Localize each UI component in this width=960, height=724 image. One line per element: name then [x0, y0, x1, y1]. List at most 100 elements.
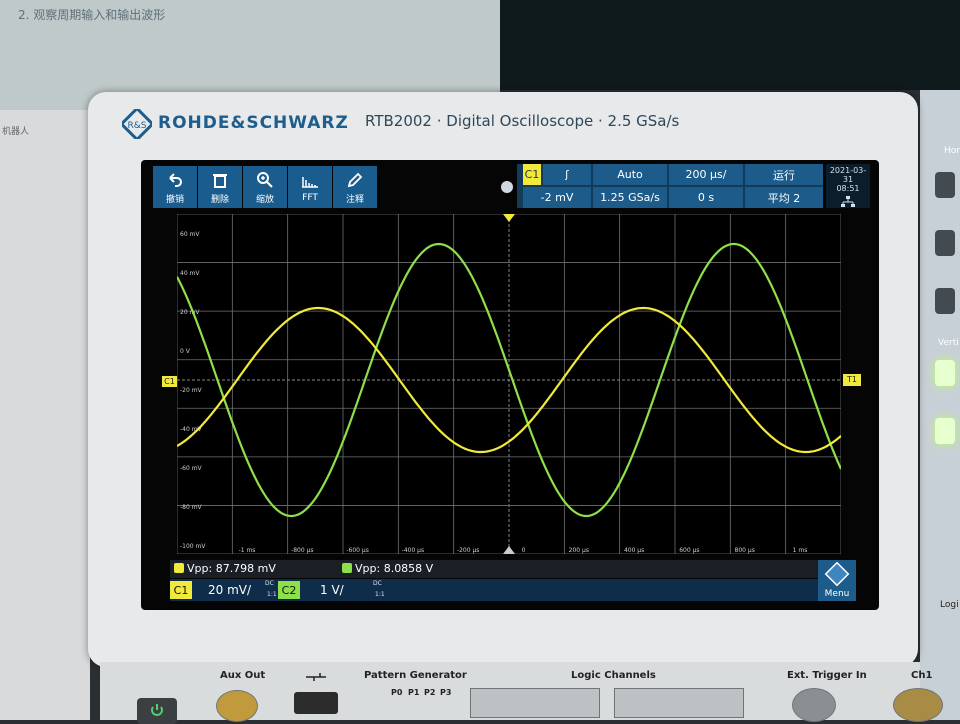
y-tick-label: -80 mV	[180, 504, 203, 511]
background-monitor-text: 2. 观察周期输入和输出波形	[18, 8, 166, 22]
side-button-1[interactable]	[935, 172, 955, 198]
ch2-scale[interactable]: 1 V/	[320, 582, 344, 598]
power-button[interactable]	[137, 698, 177, 724]
undo-label: 撤销	[165, 194, 184, 205]
network-icon	[841, 196, 855, 207]
background-dark-area	[500, 0, 960, 90]
rs-logo-icon: R&S	[122, 109, 152, 139]
delete-label: 删除	[210, 194, 229, 205]
measurement-bar: Vpp: 87.798 mV Vpp: 8.0858 V	[170, 560, 818, 578]
datetime-display: 2021-03-31 08:51	[826, 164, 870, 208]
pattern-pin-p2: P2	[424, 688, 436, 697]
power-icon	[151, 704, 163, 716]
delete-button[interactable]: 删除	[198, 166, 242, 208]
fft-button[interactable]: FFT	[288, 166, 332, 208]
x-tick-label: 0	[522, 547, 526, 554]
x-tick-label: -800 µs	[291, 547, 313, 554]
pattern-pin-p0: P0	[391, 688, 403, 697]
ext-trigger-connector[interactable]	[792, 688, 836, 722]
ch1-coupling: DC	[265, 580, 274, 587]
side-horizontal-label: Hor	[944, 146, 960, 156]
ch1-vpp[interactable]: Vpp: 87.798 mV	[187, 562, 276, 575]
annotate-button[interactable]: 注释	[333, 166, 377, 208]
ch1-measure-badge	[174, 563, 184, 573]
side-button-2[interactable]	[935, 230, 955, 256]
side-ch2-button[interactable]	[935, 418, 955, 444]
ext-trigger-label: Ext. Trigger In	[787, 670, 867, 681]
zoom-button[interactable]: 缩放	[243, 166, 287, 208]
logic-channels-label: Logic Channels	[571, 670, 656, 681]
undo-icon	[169, 172, 182, 187]
ch2-coupling: DC	[373, 580, 382, 587]
menu-diamond-icon	[824, 562, 850, 587]
side-ch1-button[interactable]	[935, 360, 955, 386]
menu-label: Menu	[824, 589, 850, 599]
ch2-vpp[interactable]: Vpp: 8.0858 V	[355, 562, 433, 575]
status-panel: C1 ʃ Auto 200 µs/ 运行 -2 mV 1.25 GSa/s 0 …	[517, 164, 823, 208]
pattern-pin-p3: P3	[440, 688, 452, 697]
pattern-pin-p1: P1	[408, 688, 420, 697]
x-tick-label: 400 µs	[624, 547, 644, 554]
trigger-level[interactable]: -2 mV	[523, 187, 591, 208]
pencil-icon	[347, 172, 363, 187]
trigger-source-badge[interactable]: C1	[523, 164, 541, 185]
x-tick-label: 800 µs	[735, 547, 755, 554]
ch1-badge[interactable]: C1	[170, 581, 192, 599]
trigger-mode[interactable]: Auto	[593, 164, 667, 185]
ch2-measure-badge	[342, 563, 352, 573]
ch2-badge[interactable]: C2	[278, 581, 300, 599]
undo-button[interactable]: 撤销	[153, 166, 197, 208]
trigger-level-marker[interactable]: T1	[843, 374, 861, 386]
fft-label: FFT	[302, 193, 318, 203]
x-tick-label: 200 µs	[569, 547, 589, 554]
y-tick-label: 0 V	[180, 348, 191, 355]
acquisition-mode[interactable]: 平均 2	[745, 187, 823, 208]
sample-rate: 1.25 GSa/s	[593, 187, 667, 208]
ch1-input-connector[interactable]	[893, 688, 943, 722]
annotate-label: 注释	[345, 194, 364, 205]
usb-icon	[306, 673, 326, 681]
x-tick-label: 1 ms	[793, 547, 808, 554]
logic-connector-1[interactable]	[470, 688, 600, 718]
y-tick-label: -60 mV	[180, 465, 203, 472]
background-left-device	[0, 110, 90, 720]
ch1-probe: 1:1	[267, 591, 277, 598]
spectrum-icon	[302, 177, 318, 188]
y-tick-label: 60 mV	[180, 231, 200, 238]
ch1-offset-marker[interactable]: C1	[162, 376, 177, 387]
usb-port[interactable]	[294, 692, 338, 714]
zoom-label: 缩放	[255, 194, 274, 205]
svg-text:R&S: R&S	[128, 121, 147, 131]
y-tick-label: -100 mV	[180, 543, 206, 550]
brand-name: ROHDE&SCHWARZ	[158, 113, 349, 133]
channel-bar: C1 20 mV/ DC 1:1 C2 1 V/ DC 1:1	[170, 579, 818, 601]
run-status[interactable]: 运行	[745, 164, 823, 185]
side-logic-label: Logi	[940, 600, 959, 610]
dot-button[interactable]	[501, 181, 513, 193]
pattern-generator-label: Pattern Generator	[364, 670, 467, 681]
x-tick-label: -600 µs	[346, 547, 368, 554]
timebase[interactable]: 200 µs/	[669, 164, 743, 185]
trash-icon	[213, 173, 227, 188]
y-tick-label: -20 mV	[180, 387, 203, 394]
x-tick-label: -200 µs	[457, 547, 479, 554]
aux-out-label: Aux Out	[220, 670, 266, 681]
ch1-input-label: Ch1	[911, 670, 933, 681]
waveform-grid[interactable]: 60 mV40 mV20 mV0 V-20 mV-40 mV-60 mV-80 …	[177, 214, 841, 554]
x-tick-label: -400 µs	[402, 547, 424, 554]
time-text: 08:51	[836, 184, 860, 193]
ch2-probe: 1:1	[375, 591, 385, 598]
logic-connector-2[interactable]	[614, 688, 744, 718]
trigger-slope[interactable]: ʃ	[543, 164, 591, 185]
x-tick-label: -1 ms	[239, 547, 256, 554]
side-vertical-label: Verti	[938, 338, 959, 348]
magnifier-icon	[257, 171, 273, 188]
aux-out-connector[interactable]	[216, 690, 258, 722]
ch1-scale[interactable]: 20 mV/	[208, 582, 251, 598]
side-button-3[interactable]	[935, 288, 955, 314]
y-tick-label: 40 mV	[180, 270, 200, 277]
horizontal-position[interactable]: 0 s	[669, 187, 743, 208]
background-left-text: 机器人	[2, 127, 30, 137]
y-tick-label: 20 mV	[180, 309, 200, 316]
menu-button[interactable]: Menu	[818, 560, 856, 601]
